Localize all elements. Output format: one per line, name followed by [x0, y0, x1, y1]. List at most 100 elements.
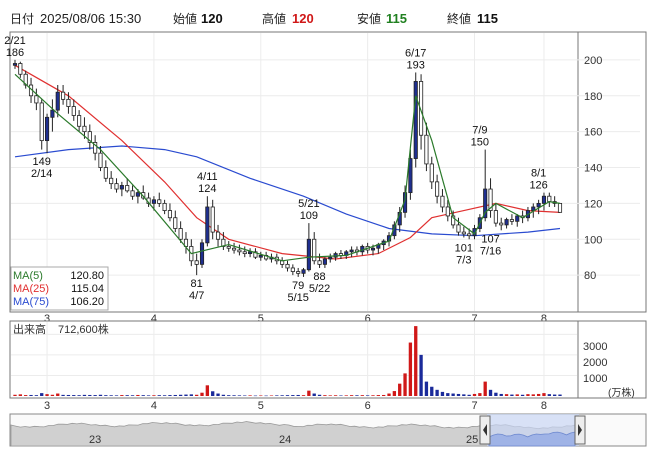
- candle-body: [296, 271, 301, 274]
- x-tick-label-volume: 4: [151, 400, 157, 412]
- volume-bar: [109, 395, 113, 396]
- candle-body: [536, 202, 541, 208]
- volume-bar: [317, 394, 322, 396]
- candle-body: [66, 98, 71, 107]
- annotation-line: 124: [198, 183, 216, 195]
- candle-body: [285, 263, 290, 269]
- candle-body: [317, 260, 322, 265]
- candle-body: [242, 251, 247, 255]
- price-tick-label: 160: [584, 127, 602, 139]
- annotation-line: 101: [455, 242, 473, 254]
- navigator-label-24: 24: [279, 434, 291, 446]
- volume-bar: [82, 394, 87, 396]
- annotation-line: 7/9: [472, 125, 487, 137]
- volume-bar: [264, 395, 268, 397]
- navigator[interactable]: 23 24 25: [9, 413, 647, 447]
- volume-bar: [221, 394, 226, 396]
- candle-body: [135, 192, 140, 197]
- volume-bar: [296, 394, 300, 396]
- volume-bar: [248, 395, 252, 396]
- candle-body: [34, 95, 39, 104]
- volume-bar: [168, 395, 172, 396]
- volume-tick-3000: 3000: [583, 341, 607, 353]
- ma-legend: MA(5) 120.80 MA(25) 115.04 MA(75) 106.20: [10, 266, 109, 311]
- candle-body: [306, 238, 311, 271]
- volume-bar: [45, 394, 49, 396]
- candle-body: [125, 185, 130, 192]
- volume-bar: [344, 395, 348, 396]
- volume-bar: [29, 394, 33, 396]
- navigator-left-handle[interactable]: [479, 415, 491, 445]
- x-tick-label-volume: 3: [44, 400, 50, 412]
- candle-body: [429, 163, 434, 183]
- volume-bar: [195, 394, 199, 396]
- volume-tick-1000: 1000: [583, 373, 607, 385]
- volume-bar: [371, 395, 375, 396]
- open-label: 始値: [173, 11, 197, 26]
- candle-body: [301, 269, 306, 274]
- candle-body: [103, 167, 108, 179]
- volume-bar: [157, 395, 161, 396]
- volume-bar: [146, 395, 151, 396]
- annotation-line: 7/16: [480, 245, 501, 257]
- volume-bar: [291, 395, 295, 396]
- candle-body: [440, 195, 445, 208]
- candle-body: [541, 195, 547, 204]
- legend-ma5-name: MA(5): [13, 270, 43, 282]
- candle-body: [547, 195, 552, 202]
- candle-body: [322, 258, 327, 265]
- annotation-label: 6/17 193: [405, 47, 426, 71]
- candle-body: [515, 215, 520, 222]
- volume-bar: [542, 393, 546, 396]
- volume-label: 出来高: [13, 322, 46, 336]
- candle-body: [162, 202, 167, 211]
- price-tick-label: 120: [584, 198, 602, 210]
- candle-body: [349, 249, 354, 253]
- volume-bar: [504, 394, 509, 396]
- volume-bar: [152, 395, 156, 396]
- open-value: 120: [201, 11, 223, 26]
- candle-body: [98, 152, 103, 168]
- price-tick-label: 180: [584, 91, 602, 103]
- volume-bar: [387, 393, 391, 396]
- annotation-line: 149: [33, 156, 51, 168]
- candle-body: [461, 231, 466, 235]
- candle-body: [18, 63, 23, 75]
- x-tick-label-volume: 5: [258, 400, 264, 412]
- low-label: 安値: [357, 11, 381, 26]
- volume-bar: [173, 394, 177, 396]
- price-tick-label: 100: [584, 234, 602, 246]
- candle-body: [232, 247, 237, 251]
- annotation-line: 150: [471, 137, 489, 149]
- volume-bar: [478, 393, 482, 396]
- candle-body: [55, 91, 60, 111]
- close-value: 115: [477, 11, 498, 26]
- annotation-line: 186: [6, 47, 24, 59]
- annotation-label: 2/21 186: [4, 35, 25, 59]
- volume-bar: [467, 394, 471, 396]
- high-label: 高値: [262, 11, 286, 26]
- volume-value: 712,600株: [58, 322, 109, 336]
- candle-body: [50, 109, 55, 118]
- annotation-line: 81: [191, 278, 203, 290]
- volume-bar: [339, 395, 343, 396]
- volume-bar: [483, 381, 487, 396]
- annotation-line: 4/7: [189, 290, 204, 302]
- volume-bar: [125, 395, 129, 396]
- candle-body: [557, 202, 563, 213]
- volume-bar: [77, 395, 81, 396]
- candle-body: [151, 199, 156, 204]
- volume-bar: [66, 394, 71, 396]
- volume-bar: [200, 392, 204, 396]
- volume-bar: [488, 389, 493, 396]
- volume-bar: [280, 395, 284, 396]
- navigator-label-23: 23: [89, 434, 101, 446]
- date-label: 日付: [10, 12, 34, 26]
- volume-bar: [253, 395, 258, 397]
- candle-body: [178, 228, 183, 240]
- volume-bar: [430, 386, 434, 396]
- navigator-right-handle[interactable]: [574, 415, 586, 445]
- volume-bar: [72, 395, 76, 396]
- candle-body: [499, 222, 504, 226]
- volume-bar: [526, 394, 530, 396]
